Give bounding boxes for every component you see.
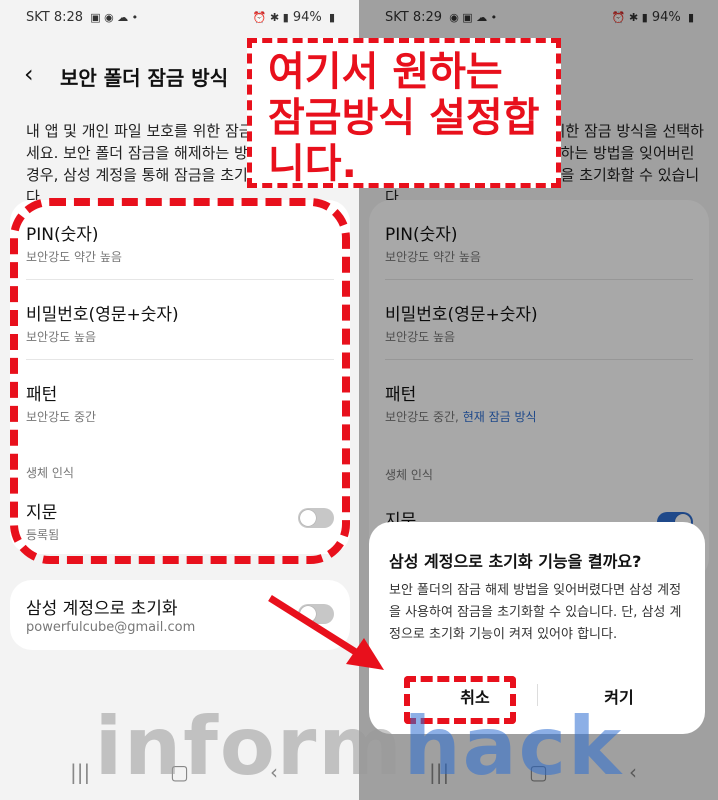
watermark: informhack <box>0 700 718 793</box>
annotation-callout: 여기서 원하는 잠금방식 설정합 니다. <box>247 38 561 188</box>
arrow-head <box>346 638 384 670</box>
arrow-shaft <box>268 595 364 659</box>
watermark-part2: hack <box>403 700 624 793</box>
watermark-part1: inform <box>94 700 404 793</box>
callout-text: 여기서 원하는 잠금방식 설정합 니다. <box>268 49 540 187</box>
